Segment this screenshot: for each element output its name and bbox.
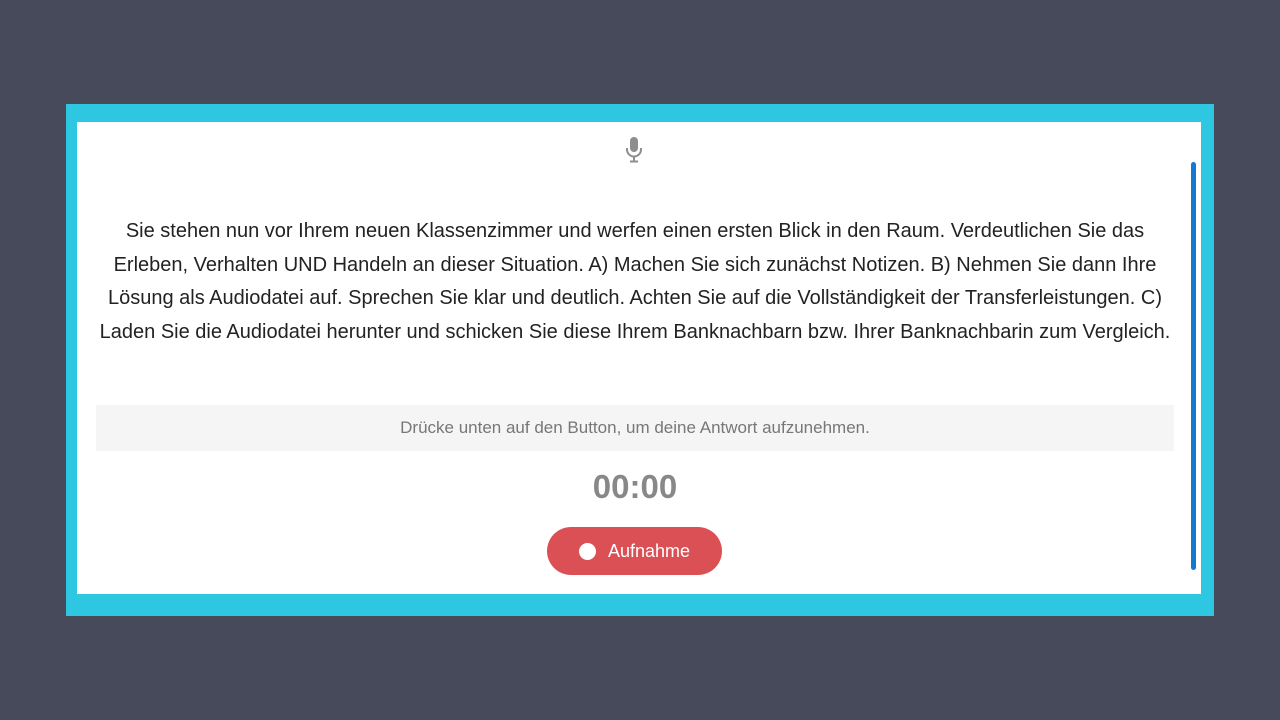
- recorder-frame: Sie stehen nun vor Ihrem neuen Klassenzi…: [66, 104, 1214, 616]
- task-prompt: Sie stehen nun vor Ihrem neuen Klassenzi…: [99, 220, 1171, 343]
- record-button[interactable]: Aufnahme: [547, 527, 722, 575]
- instruction-hint: Drücke unten auf den Button, um deine An…: [400, 418, 870, 437]
- record-button-label: Aufnahme: [607, 540, 691, 561]
- instruction-hint-bar: Drücke unten auf den Button, um deine An…: [96, 405, 1174, 451]
- recording-timer: 00:00: [592, 468, 678, 505]
- microphone-icon: [626, 137, 642, 163]
- recorder-panel: Sie stehen nun vor Ihrem neuen Klassenzi…: [77, 122, 1201, 594]
- record-dot-icon: [578, 542, 596, 560]
- vertical-scrollbar[interactable]: [1191, 162, 1196, 570]
